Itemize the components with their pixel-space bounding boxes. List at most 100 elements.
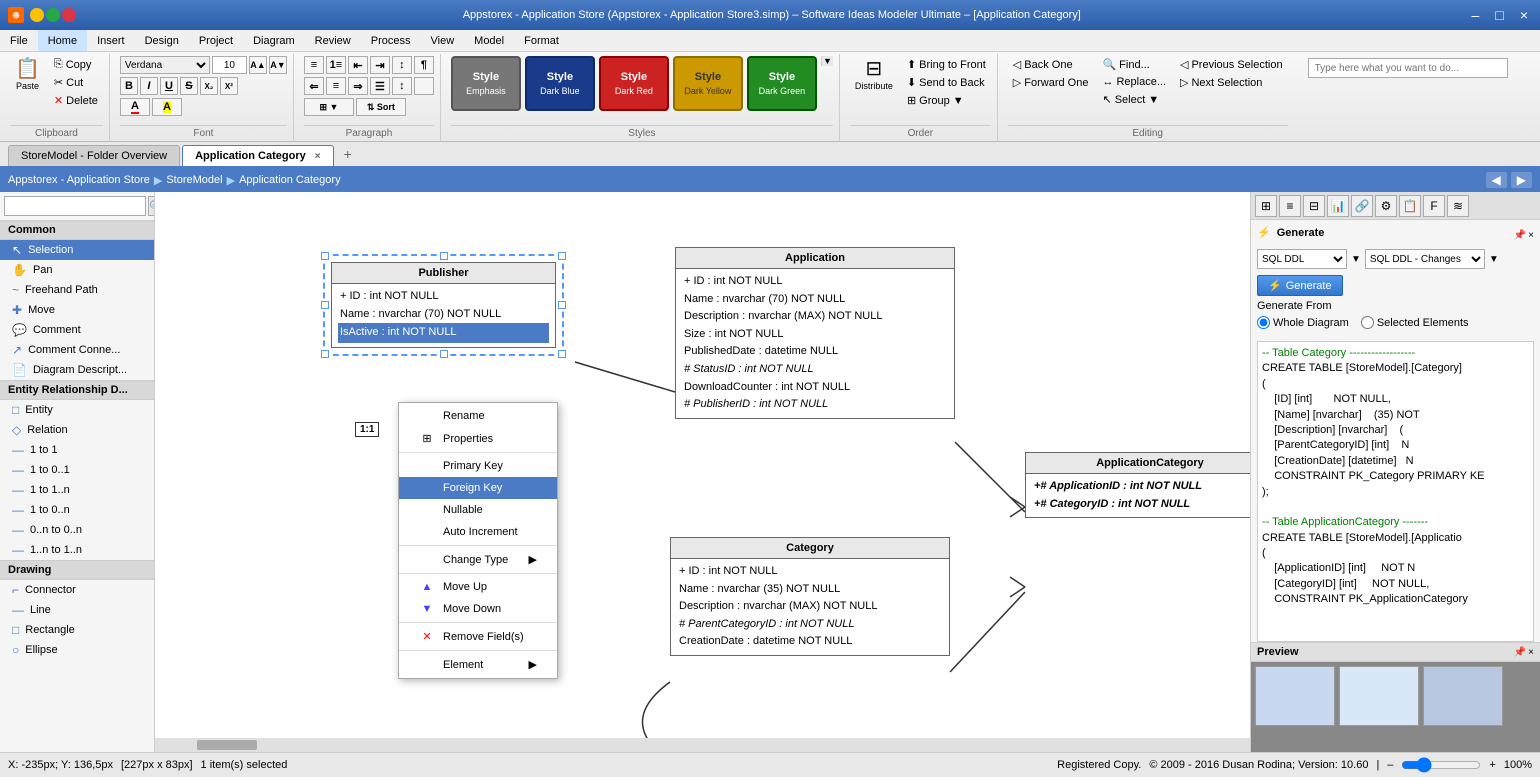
win-close-button[interactable]: × bbox=[1516, 7, 1532, 23]
strikethrough-button[interactable]: S bbox=[180, 77, 198, 95]
generate-changes-select[interactable]: SQL DDL - Changes bbox=[1365, 249, 1485, 269]
tool-relation[interactable]: ◇ Relation bbox=[0, 420, 154, 440]
tab-close-icon[interactable]: × bbox=[315, 151, 321, 162]
menu-model[interactable]: Model bbox=[464, 30, 514, 51]
shading-button[interactable] bbox=[414, 77, 434, 95]
tool-rectangle[interactable]: □ Rectangle bbox=[0, 620, 154, 640]
font-size-increase-button[interactable]: A▲ bbox=[249, 56, 267, 74]
section-erd[interactable]: Entity Relationship D... bbox=[0, 380, 154, 400]
tool-pan[interactable]: ✋ Pan bbox=[0, 260, 154, 280]
tool-diagram-desc[interactable]: 📄 Diagram Descript... bbox=[0, 360, 154, 380]
left-search-input[interactable] bbox=[4, 196, 146, 216]
distribute-button[interactable]: ⊟ Distribute bbox=[850, 56, 898, 94]
minimize-button[interactable] bbox=[30, 8, 44, 22]
menu-review[interactable]: Review bbox=[305, 30, 361, 51]
radio-selected-elements[interactable]: Selected Elements bbox=[1361, 316, 1469, 329]
style-darkyellow-button[interactable]: Style Dark Yellow bbox=[673, 56, 743, 111]
ribbon-search-input[interactable] bbox=[1308, 58, 1508, 78]
menu-design[interactable]: Design bbox=[135, 30, 189, 51]
left-search-button[interactable]: 🔍 bbox=[148, 196, 155, 216]
rp-btn-4[interactable]: 📊 bbox=[1327, 195, 1349, 217]
menu-file[interactable]: File bbox=[0, 30, 38, 51]
sort-button[interactable]: ⇅ Sort bbox=[356, 98, 406, 116]
maximize-button[interactable] bbox=[46, 8, 60, 22]
ctx-primarykey[interactable]: Primary Key bbox=[399, 455, 557, 477]
resize-handle-br[interactable] bbox=[558, 350, 566, 358]
style-darkblue-button[interactable]: Style Dark Blue bbox=[525, 56, 595, 111]
style-darkgreen-button[interactable]: Style Dark Green bbox=[747, 56, 817, 111]
ctx-moveup[interactable]: ▲ Move Up bbox=[399, 576, 557, 598]
close-button[interactable] bbox=[62, 8, 76, 22]
bring-to-front-button[interactable]: ⬆ Bring to Front bbox=[902, 56, 991, 73]
select-button[interactable]: ↖ Select ▼ bbox=[1097, 91, 1171, 108]
highlight-button[interactable]: A bbox=[152, 98, 182, 116]
bullets-button[interactable]: ≡ bbox=[304, 56, 324, 74]
add-tab-button[interactable]: + bbox=[336, 142, 360, 166]
rp-btn-5[interactable]: 🔗 bbox=[1351, 195, 1373, 217]
rp-btn-6[interactable]: ⚙ bbox=[1375, 195, 1397, 217]
increase-indent-button[interactable]: ⇥ bbox=[370, 56, 390, 74]
tab-appcategory[interactable]: Application Category × bbox=[182, 145, 334, 166]
breadcrumb-item-3[interactable]: Application Category bbox=[239, 174, 341, 186]
publisher-entity[interactable]: Publisher + ID : int NOT NULL Name : nva… bbox=[331, 262, 556, 348]
preview-pin-button[interactable]: 📌 bbox=[1514, 647, 1526, 658]
section-common[interactable]: Common bbox=[0, 220, 154, 240]
menu-insert[interactable]: Insert bbox=[87, 30, 135, 51]
bold-button[interactable]: B bbox=[120, 77, 138, 95]
superscript-button[interactable]: X² bbox=[220, 77, 238, 95]
ctx-element[interactable]: Element ▶ bbox=[399, 653, 557, 676]
resize-handle-tc[interactable] bbox=[440, 252, 448, 260]
group-button[interactable]: ⊞ Group ▼ bbox=[902, 92, 991, 109]
canvas-area[interactable]: Publisher + ID : int NOT NULL Name : nva… bbox=[155, 192, 1250, 752]
menu-project[interactable]: Project bbox=[189, 30, 243, 51]
previous-selection-button[interactable]: ◁ Previous Selection bbox=[1175, 56, 1288, 73]
replace-button[interactable]: ↔ Replace... bbox=[1097, 74, 1171, 90]
tool-comment-connector[interactable]: ↗ Comment Conne... bbox=[0, 340, 154, 360]
category-entity[interactable]: Category + ID : int NOT NULL Name : nvar… bbox=[670, 537, 950, 656]
para-sort-button[interactable]: ↕ bbox=[392, 56, 412, 74]
italic-button[interactable]: I bbox=[140, 77, 158, 95]
rp-btn-1[interactable]: ⊞ bbox=[1255, 195, 1277, 217]
ctx-changetype[interactable]: Change Type ▶ bbox=[399, 548, 557, 571]
tool-1nto1n[interactable]: — 1..n to 1..n bbox=[0, 540, 154, 560]
decrease-indent-button[interactable]: ⇤ bbox=[348, 56, 368, 74]
rp-btn-3[interactable]: ⊟ bbox=[1303, 195, 1325, 217]
radio-whole-diagram-input[interactable] bbox=[1257, 316, 1270, 329]
send-to-back-button[interactable]: ⬇ Send to Back bbox=[902, 74, 991, 91]
tool-0nto0n[interactable]: — 0..n to 0..n bbox=[0, 520, 154, 540]
generate-close-button[interactable]: × bbox=[1528, 230, 1534, 241]
resize-handle-mr[interactable] bbox=[558, 301, 566, 309]
tool-1to1n[interactable]: — 1 to 1..n bbox=[0, 480, 154, 500]
menu-view[interactable]: View bbox=[421, 30, 465, 51]
style-emphasis-button[interactable]: Style Emphasis bbox=[451, 56, 521, 111]
tool-selection[interactable]: ↖ Selection bbox=[0, 240, 154, 260]
subscript-button[interactable]: X₂ bbox=[200, 77, 218, 95]
preview-thumb-1[interactable] bbox=[1255, 666, 1335, 726]
rp-btn-7[interactable]: 📋 bbox=[1399, 195, 1421, 217]
preview-thumb-3[interactable] bbox=[1423, 666, 1503, 726]
line-spacing-button[interactable]: ↕ bbox=[392, 77, 412, 95]
style-darkred-button[interactable]: Style Dark Red bbox=[599, 56, 669, 111]
align-right-button[interactable]: ⇒ bbox=[348, 77, 368, 95]
ctx-autoincrement[interactable]: Auto Increment bbox=[399, 521, 557, 543]
para-pilcrow-button[interactable]: ¶ bbox=[414, 56, 434, 74]
code-area[interactable]: -- Table Category ------------------ CRE… bbox=[1257, 341, 1534, 642]
menu-home[interactable]: Home bbox=[38, 30, 87, 51]
generate-pin-button[interactable]: 📌 bbox=[1514, 230, 1526, 241]
tool-comment[interactable]: 💬 Comment bbox=[0, 320, 154, 340]
ctx-properties[interactable]: ⊞ Properties bbox=[399, 427, 557, 450]
ctx-movedown[interactable]: ▼ Move Down bbox=[399, 598, 557, 620]
rp-btn-2[interactable]: ≡ bbox=[1279, 195, 1301, 217]
generate-ddl-select[interactable]: SQL DDL bbox=[1257, 249, 1347, 269]
publisher-field-isactive[interactable]: IsActive : int NOT NULL bbox=[338, 323, 549, 343]
delete-button[interactable]: ✕ Delete bbox=[49, 92, 103, 109]
tool-entity[interactable]: □ Entity bbox=[0, 400, 154, 420]
win-restore-button[interactable]: □ bbox=[1491, 7, 1507, 23]
borders-button[interactable]: ⊞ ▼ bbox=[304, 98, 354, 116]
generate-button[interactable]: ⚡ Generate bbox=[1257, 275, 1343, 296]
align-center-button[interactable]: ≡ bbox=[326, 77, 346, 95]
font-color-button[interactable]: A bbox=[120, 98, 150, 116]
font-family-select[interactable]: Verdana bbox=[120, 56, 210, 74]
menu-format[interactable]: Format bbox=[514, 30, 569, 51]
breadcrumb-item-1[interactable]: Appstorex - Application Store bbox=[8, 174, 150, 186]
